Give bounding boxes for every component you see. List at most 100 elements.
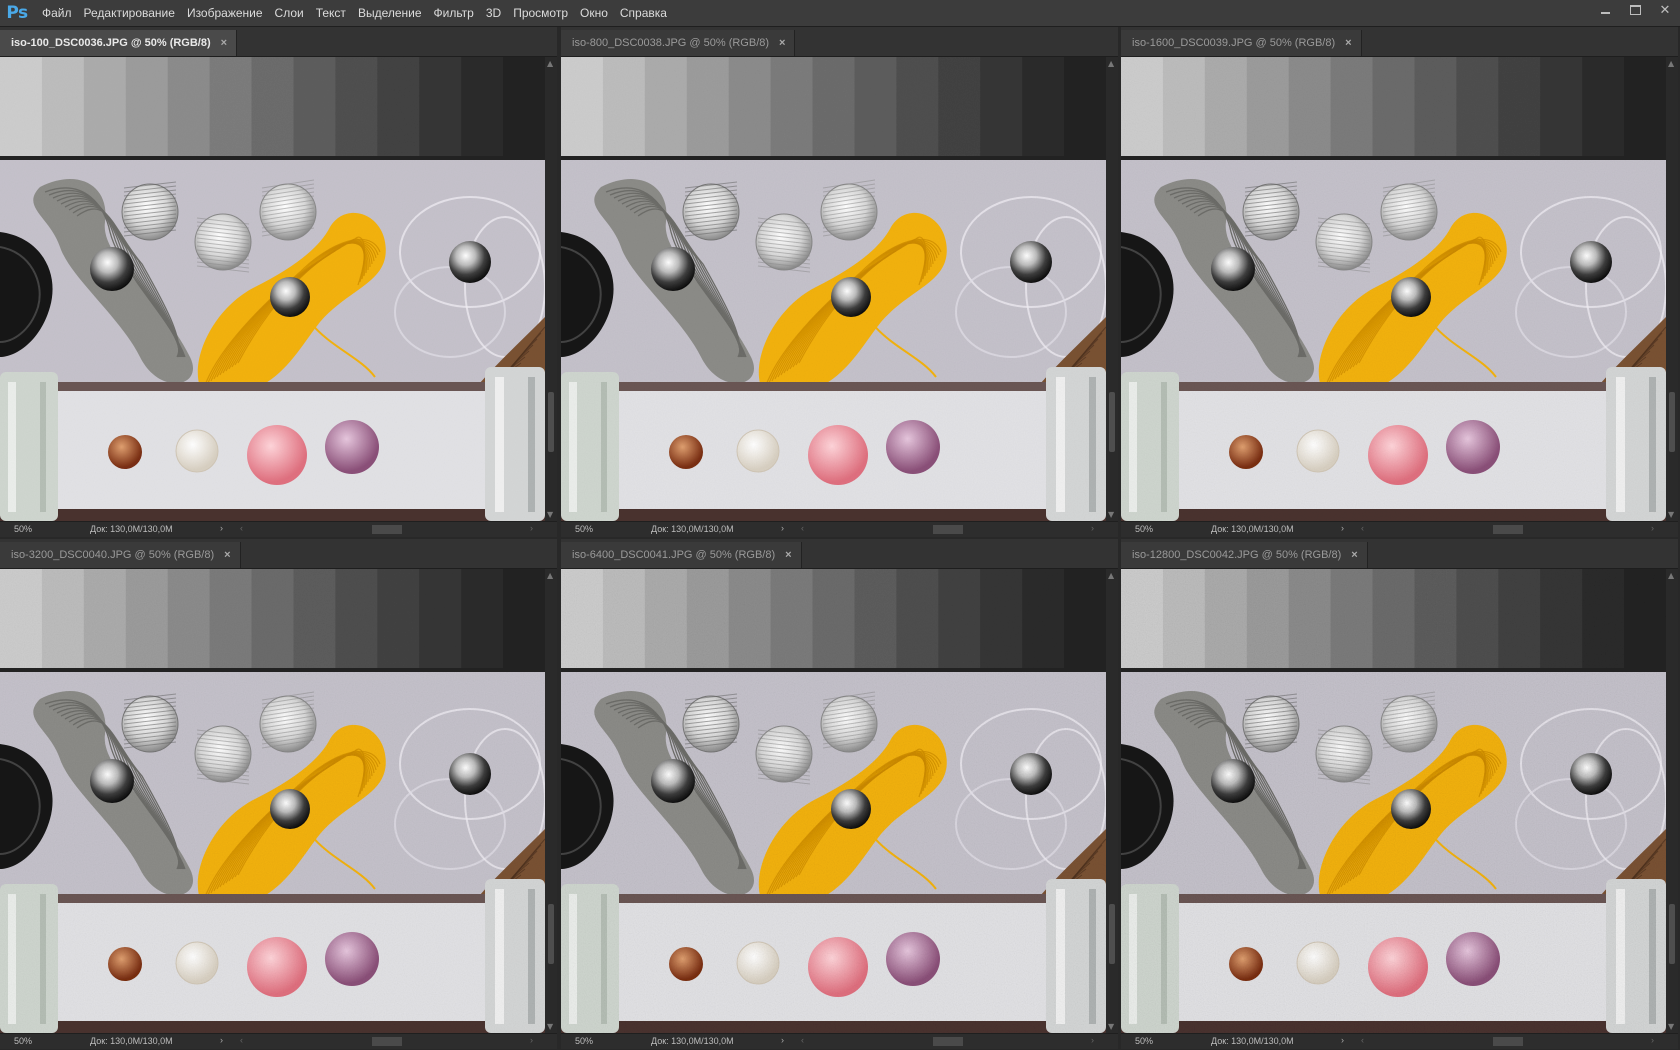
document-tab[interactable]: iso-800_DSC0038.JPG @ 50% (RGB/8) ×	[561, 30, 796, 56]
vertical-scroll-thumb[interactable]	[548, 904, 554, 964]
scroll-left-icon[interactable]: ‹	[240, 1035, 243, 1045]
menu-filter[interactable]: Фильтр	[428, 0, 480, 26]
document-window[interactable]: iso-6400_DSC0041.JPG @ 50% (RGB/8) × ▲ ▼…	[561, 539, 1118, 1049]
scroll-left-icon[interactable]: ‹	[801, 1035, 804, 1045]
horizontal-scroll-thumb[interactable]	[1493, 1037, 1523, 1046]
document-tab[interactable]: iso-12800_DSC0042.JPG @ 50% (RGB/8) ×	[1121, 542, 1368, 568]
menu-view[interactable]: Просмотр	[507, 0, 574, 26]
photoshop-logo-icon[interactable]: Ps	[4, 2, 30, 24]
document-window[interactable]: iso-1600_DSC0039.JPG @ 50% (RGB/8) × ▲ ▼…	[1121, 27, 1678, 537]
scroll-up-icon[interactable]: ▲	[547, 571, 553, 580]
scroll-up-icon[interactable]: ▲	[547, 59, 553, 68]
scroll-down-icon[interactable]: ▼	[1108, 510, 1114, 519]
image-canvas[interactable]	[561, 569, 1106, 1033]
zoom-level[interactable]: 50%	[575, 1036, 593, 1046]
zoom-level[interactable]: 50%	[575, 524, 593, 534]
image-canvas[interactable]	[0, 569, 545, 1033]
vertical-scrollbar[interactable]: ▲ ▼	[545, 57, 557, 521]
menu-image[interactable]: Изображение	[181, 0, 269, 26]
scroll-left-icon[interactable]: ‹	[1361, 523, 1364, 533]
horizontal-scroll-thumb[interactable]	[933, 525, 963, 534]
scroll-down-icon[interactable]: ▼	[1108, 1022, 1114, 1031]
document-tab[interactable]: iso-6400_DSC0041.JPG @ 50% (RGB/8) ×	[561, 542, 802, 568]
scroll-right-icon[interactable]: ›	[530, 523, 533, 533]
vertical-scroll-thumb[interactable]	[1669, 904, 1675, 964]
status-menu-arrow-icon[interactable]: ›	[781, 1035, 784, 1045]
status-menu-arrow-icon[interactable]: ›	[781, 523, 784, 533]
menu-help[interactable]: Справка	[614, 0, 673, 26]
document-tab[interactable]: iso-100_DSC0036.JPG @ 50% (RGB/8) ×	[0, 30, 238, 56]
horizontal-scroll-thumb[interactable]	[372, 1037, 402, 1046]
document-status-bar: 50% Док: 130,0M/130,0M › ‹ ›	[1121, 1033, 1678, 1049]
menu-select[interactable]: Выделение	[352, 0, 428, 26]
document-window[interactable]: iso-12800_DSC0042.JPG @ 50% (RGB/8) × ▲ …	[1121, 539, 1678, 1049]
close-tab-icon[interactable]: ×	[1345, 37, 1351, 49]
scroll-left-icon[interactable]: ‹	[801, 523, 804, 533]
scroll-right-icon[interactable]: ›	[1091, 523, 1094, 533]
minimize-icon[interactable]	[1590, 0, 1620, 20]
document-tab-bar: iso-3200_DSC0040.JPG @ 50% (RGB/8) ×	[0, 539, 557, 569]
scroll-up-icon[interactable]: ▲	[1668, 571, 1674, 580]
document-size: Док: 130,0M/130,0M	[651, 1036, 734, 1046]
status-menu-arrow-icon[interactable]: ›	[220, 523, 223, 533]
close-tab-icon[interactable]: ×	[1351, 549, 1357, 561]
vertical-scrollbar[interactable]: ▲ ▼	[1106, 57, 1118, 521]
zoom-level[interactable]: 50%	[1135, 524, 1153, 534]
menu-edit[interactable]: Редактирование	[78, 0, 181, 26]
horizontal-scroll-thumb[interactable]	[1493, 525, 1523, 534]
zoom-level[interactable]: 50%	[1135, 1036, 1153, 1046]
scroll-right-icon[interactable]: ›	[1651, 523, 1654, 533]
scroll-right-icon[interactable]: ›	[1091, 1035, 1094, 1045]
document-tab-title: iso-6400_DSC0041.JPG @ 50% (RGB/8)	[572, 549, 776, 561]
close-icon[interactable]: ✕	[1650, 0, 1680, 20]
zoom-level[interactable]: 50%	[14, 524, 32, 534]
image-canvas[interactable]	[1121, 57, 1666, 521]
horizontal-scroll-thumb[interactable]	[372, 525, 402, 534]
scroll-up-icon[interactable]: ▲	[1108, 571, 1114, 580]
menu-file[interactable]: Файл	[36, 0, 78, 26]
scroll-right-icon[interactable]: ›	[530, 1035, 533, 1045]
horizontal-scroll-thumb[interactable]	[933, 1037, 963, 1046]
close-tab-icon[interactable]: ×	[221, 37, 227, 49]
status-menu-arrow-icon[interactable]: ›	[220, 1035, 223, 1045]
document-window[interactable]: iso-100_DSC0036.JPG @ 50% (RGB/8) × ▲ ▼ …	[0, 27, 557, 537]
menu-type[interactable]: Текст	[310, 0, 352, 26]
vertical-scrollbar[interactable]: ▲ ▼	[1106, 569, 1118, 1033]
scroll-left-icon[interactable]: ‹	[240, 523, 243, 533]
image-canvas[interactable]	[1121, 569, 1666, 1033]
menu-window[interactable]: Окно	[574, 0, 614, 26]
scroll-down-icon[interactable]: ▼	[1668, 510, 1674, 519]
scroll-right-icon[interactable]: ›	[1651, 1035, 1654, 1045]
document-size: Док: 130,0M/130,0M	[1211, 1036, 1294, 1046]
document-window[interactable]: iso-3200_DSC0040.JPG @ 50% (RGB/8) × ▲ ▼…	[0, 539, 557, 1049]
scroll-down-icon[interactable]: ▼	[547, 1022, 553, 1031]
menu-layers[interactable]: Слои	[269, 0, 310, 26]
status-menu-arrow-icon[interactable]: ›	[1341, 523, 1344, 533]
zoom-level[interactable]: 50%	[14, 1036, 32, 1046]
vertical-scroll-thumb[interactable]	[548, 392, 554, 452]
scroll-down-icon[interactable]: ▼	[547, 510, 553, 519]
vertical-scroll-thumb[interactable]	[1109, 904, 1115, 964]
vertical-scrollbar[interactable]: ▲ ▼	[545, 569, 557, 1033]
close-tab-icon[interactable]: ×	[224, 549, 230, 561]
document-tab-bar: iso-12800_DSC0042.JPG @ 50% (RGB/8) ×	[1121, 539, 1678, 569]
image-canvas[interactable]	[561, 57, 1106, 521]
menu-3d[interactable]: 3D	[480, 0, 507, 26]
status-menu-arrow-icon[interactable]: ›	[1341, 1035, 1344, 1045]
vertical-scrollbar[interactable]: ▲ ▼	[1666, 569, 1678, 1033]
scroll-up-icon[interactable]: ▲	[1108, 59, 1114, 68]
document-window[interactable]: iso-800_DSC0038.JPG @ 50% (RGB/8) × ▲ ▼ …	[561, 27, 1118, 537]
window-controls: ✕	[1590, 0, 1680, 26]
document-tab[interactable]: iso-1600_DSC0039.JPG @ 50% (RGB/8) ×	[1121, 30, 1362, 56]
vertical-scrollbar[interactable]: ▲ ▼	[1666, 57, 1678, 521]
scroll-down-icon[interactable]: ▼	[1668, 1022, 1674, 1031]
document-tab[interactable]: iso-3200_DSC0040.JPG @ 50% (RGB/8) ×	[0, 542, 241, 568]
close-tab-icon[interactable]: ×	[785, 549, 791, 561]
scroll-left-icon[interactable]: ‹	[1361, 1035, 1364, 1045]
vertical-scroll-thumb[interactable]	[1669, 392, 1675, 452]
restore-icon[interactable]	[1620, 0, 1650, 20]
close-tab-icon[interactable]: ×	[779, 37, 785, 49]
scroll-up-icon[interactable]: ▲	[1668, 59, 1674, 68]
image-canvas[interactable]	[0, 57, 545, 521]
vertical-scroll-thumb[interactable]	[1109, 392, 1115, 452]
